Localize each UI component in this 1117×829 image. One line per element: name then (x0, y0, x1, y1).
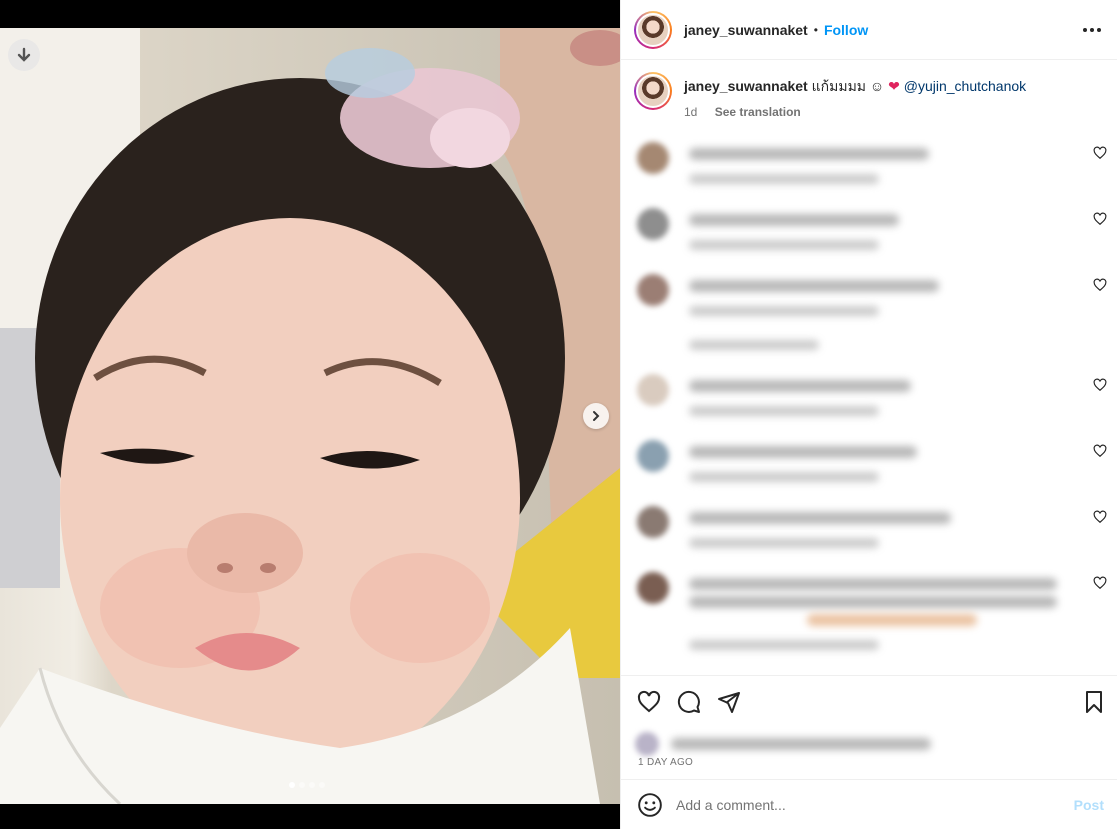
bookmark-icon (1086, 691, 1102, 713)
follow-button[interactable]: Follow (824, 22, 868, 38)
more-options-button[interactable] (1080, 18, 1104, 42)
heart-icon[interactable] (1093, 576, 1107, 590)
heart-icon[interactable] (1093, 146, 1107, 160)
caption-username[interactable]: janey_suwannaket (684, 78, 808, 94)
comment-avatar[interactable] (637, 440, 669, 472)
post-timestamp[interactable]: 1 DAY AGO (638, 757, 693, 768)
comment-meta-blurred (689, 640, 879, 650)
author-username[interactable]: janey_suwannaket (684, 22, 808, 38)
comment-text-blurred (689, 446, 917, 458)
download-arrow-icon (17, 47, 31, 62)
carousel-dot-3 (309, 782, 315, 788)
add-comment-input[interactable] (676, 796, 1056, 813)
comments-list (621, 130, 1117, 675)
comment-text-blurred (689, 578, 1057, 590)
view-replies-blurred[interactable] (689, 340, 819, 350)
heart-icon (637, 690, 661, 713)
download-button[interactable] (8, 39, 40, 71)
liked-by-blurred[interactable] (631, 732, 931, 756)
caption-age[interactable]: 1d (684, 105, 697, 119)
post-side-panel: janey_suwannaket • Follow janey_suwannak… (620, 0, 1117, 829)
more-horizontal-icon (1083, 28, 1101, 32)
smiley-face-icon[interactable] (637, 792, 663, 818)
caption-text: แก้มมมม ☺ (807, 78, 885, 94)
save-button[interactable] (1080, 688, 1108, 716)
comment-avatar[interactable] (637, 142, 669, 174)
instagram-post-view: janey_suwannaket • Follow janey_suwannak… (0, 0, 1117, 829)
heart-icon[interactable] (1093, 212, 1107, 226)
comment-text-blurred (689, 380, 911, 392)
comment-text-blurred (689, 512, 951, 524)
comment-meta-blurred (689, 538, 879, 548)
carousel-indicator (289, 782, 325, 788)
red-heart-emoji: ❤ (888, 78, 900, 94)
carousel-dot-4 (319, 782, 325, 788)
carousel-dot-1 (289, 782, 295, 788)
header-separator: • (813, 22, 818, 37)
comment-meta-blurred (689, 240, 879, 250)
comment-text-blurred (689, 280, 939, 292)
comment-avatar[interactable] (637, 208, 669, 240)
baby-photo-illustration (0, 28, 620, 804)
see-translation-link[interactable]: See translation (715, 105, 801, 119)
like-button[interactable] (635, 688, 663, 716)
share-button[interactable] (715, 688, 743, 716)
caption-body: janey_suwannaket แก้มมมม ☺ ❤ @yujin_chut… (684, 72, 1026, 121)
caption-mention[interactable]: @yujin_chutchanok (904, 78, 1026, 94)
carousel-next-button[interactable] (583, 403, 609, 429)
post-photo (0, 28, 620, 804)
comment-avatar[interactable] (637, 572, 669, 604)
comment-text-blurred (689, 596, 1057, 608)
carousel-dot-2 (299, 782, 305, 788)
comment-meta-blurred (689, 472, 879, 482)
heart-icon[interactable] (1093, 278, 1107, 292)
chevron-right-icon (593, 411, 600, 421)
post-header: janey_suwannaket • Follow (621, 0, 1117, 60)
comment-text-blurred (689, 214, 899, 226)
caption-meta: 1d See translation (684, 103, 1026, 121)
comment-meta-blurred (689, 306, 879, 316)
post-actions-bar: 1 DAY AGO (621, 675, 1117, 779)
comment-bubble-icon (677, 690, 700, 713)
author-avatar[interactable] (634, 10, 672, 49)
post-comment-button[interactable]: Post (1074, 797, 1104, 813)
heart-icon[interactable] (1093, 444, 1107, 458)
comment-emoji-blurred (807, 614, 977, 626)
comment-avatar[interactable] (637, 374, 669, 406)
heart-icon[interactable] (1093, 510, 1107, 524)
comment-button[interactable] (675, 688, 703, 716)
paper-plane-icon (718, 692, 740, 713)
media-panel (0, 0, 620, 829)
heart-icon[interactable] (1093, 378, 1107, 392)
comment-avatar[interactable] (637, 274, 669, 306)
caption-avatar[interactable] (634, 72, 672, 110)
post-caption: janey_suwannaket แก้มมมม ☺ ❤ @yujin_chut… (634, 72, 1104, 121)
comment-avatar[interactable] (637, 506, 669, 538)
comment-text-blurred (689, 148, 929, 160)
add-comment-bar: Post (621, 779, 1117, 829)
comment-meta-blurred (689, 174, 879, 184)
comment-meta-blurred (689, 406, 879, 416)
